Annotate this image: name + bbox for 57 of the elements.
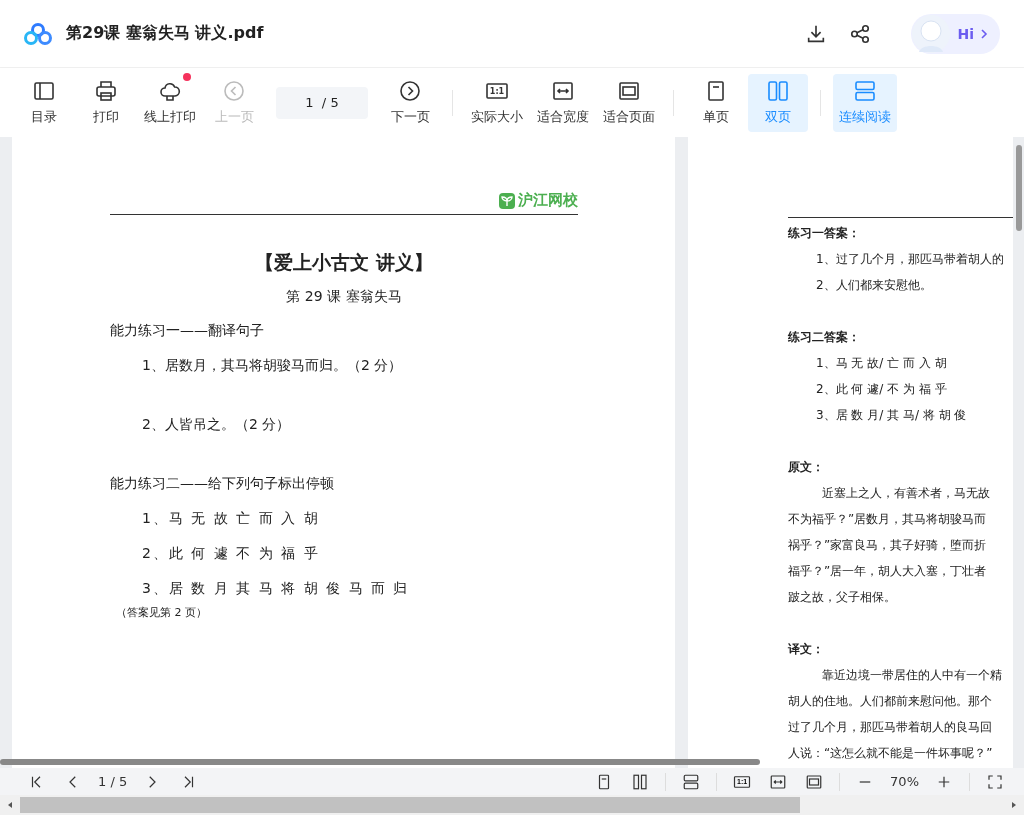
paragraph-line: 不为福乎？”居数月，其马将胡骏马而 [788,511,988,528]
toolbar-button[interactable]: 适合宽度 [531,73,595,132]
answer-text: 2、人们都来安慰他。 [815,277,933,294]
fit-page-icon [617,79,641,103]
answer-text: 1、过了几个月，那匹马带着胡人的 [815,251,1005,268]
section-heading: 译文： [788,641,825,658]
section-heading: 能力练习一——翻译句子 [110,321,265,340]
file-title: 第29课 塞翁失马 讲义.pdf [66,23,264,44]
document-title: 【爱上小古文 讲义】 [254,250,434,275]
section-heading: 练习一答案： [788,225,861,242]
printer-icon [94,79,118,103]
brand-logo: 沪江网校 [499,191,578,210]
previous-icon [222,79,246,103]
answer-text: 2、此 何 遽/ 不 为 福 乎 [815,381,948,398]
assistant-button[interactable]: Hi [911,13,1000,54]
toolbar-button[interactable]: 下一页 [380,73,440,132]
leaf-icon [499,192,515,209]
section-heading: 原文： [788,459,825,476]
paragraph-line: 福乎？”居一年，胡人大入塞，丁壮者 [788,563,988,580]
toolbar-button[interactable]: 1:1 实际大小 [465,73,529,132]
section-heading: 能力练习二——给下列句子标出停顿 [110,474,335,493]
paragraph-line: 祸乎？”家富良马，其子好骑，堕而折 [788,537,988,554]
toc-icon [32,79,56,103]
page-number-field[interactable]: 1 / 5 [276,86,368,119]
note-text: （答案见第 2 页） [115,605,208,621]
paragraph-line: 近塞上之人，有善术者，马无故 [821,485,991,502]
page-indicator[interactable]: 1 / 5 [98,774,128,789]
paragraph-line: 胡人的住地。人们都前来慰问他。那个 [788,693,993,710]
paragraph-line: 过了几个月，那匹马带着胡人的良马回 [788,719,993,736]
fit-width-icon [551,79,575,103]
horizontal-scrollbar[interactable] [0,759,760,765]
toolbar-button[interactable]: 适合页面 [597,73,661,132]
cloud-logo-icon [24,22,52,45]
double-page-icon [766,79,790,103]
toolbar-button[interactable]: 目录 [14,73,74,132]
section-heading: 练习二答案： [788,329,861,346]
vertical-scrollbar[interactable] [1016,145,1022,231]
question-text: 2、人皆吊之。（2 分） [141,415,292,434]
answer-text: 1、马 无 故/ 亡 而 入 胡 [815,355,948,372]
paragraph-line: 靠近边境一带居住的人中有一个精 [821,667,1003,684]
toolbar-button[interactable]: 打印 [76,73,136,132]
answer-text: 3、居 数 月/ 其 马/ 将 胡 俊 [815,407,968,424]
document-subtitle: 第 29 课 塞翁失马 [285,287,403,306]
horizontal-scrollbar[interactable] [0,795,1024,815]
toolbar-button[interactable]: 线上打印 [138,73,202,132]
zoom-level[interactable]: 70% [890,774,919,789]
paragraph-line: 人说：“这怎么就不能是一件坏事呢？” [788,745,994,762]
continuous-icon [853,79,877,103]
next-icon [398,79,422,103]
chevron-right-icon [980,27,988,40]
question-text: 1、居数月，其马将胡骏马而归。（2 分） [141,356,404,375]
question-text: 2、此 何 遽 不 为 福 乎 [141,544,321,563]
question-text: 1、马 无 故 亡 而 入 胡 [141,509,321,528]
question-text: 3、居 数 月 其 马 将 胡 俊 马 而 归 [141,579,411,598]
paragraph-line: 跛之故，父子相保。 [788,589,897,606]
toolbar-button[interactable]: 单页 [686,73,746,132]
share-icon[interactable] [849,22,872,45]
